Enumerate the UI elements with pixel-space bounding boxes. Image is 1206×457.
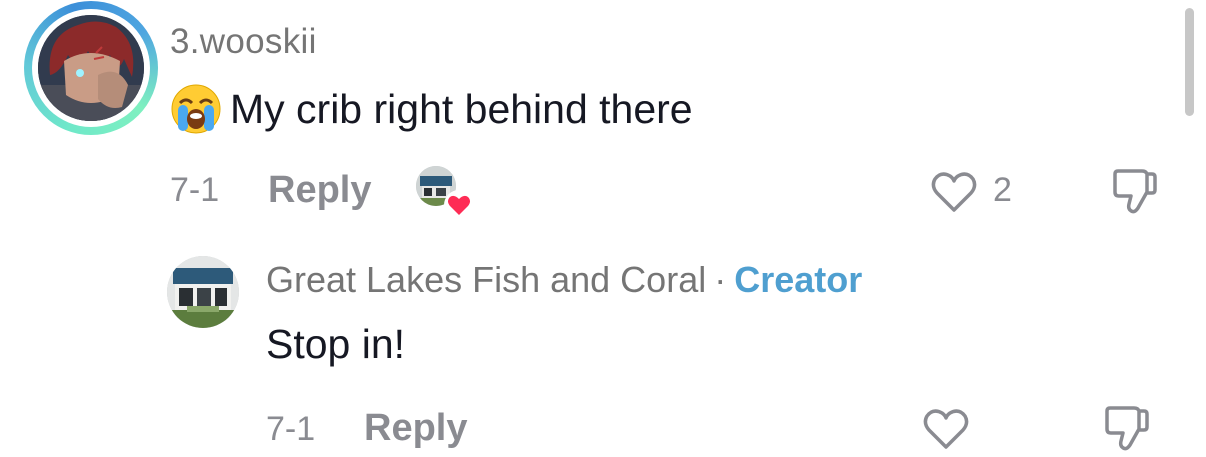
reply-author-line: Great Lakes Fish and Coral · Creator bbox=[266, 259, 862, 301]
reply-button[interactable]: Reply bbox=[268, 169, 371, 212]
storefront-avatar-image bbox=[167, 256, 239, 328]
comment-text: My crib right behind there bbox=[230, 85, 693, 132]
heart-outline-icon[interactable] bbox=[930, 170, 978, 214]
creator-badge: Creator bbox=[734, 259, 863, 300]
comment-username[interactable]: 3.wooskii bbox=[170, 22, 317, 62]
thumbs-down-outline-icon[interactable] bbox=[1112, 168, 1158, 216]
reply-author-name[interactable]: Great Lakes Fish and Coral bbox=[266, 259, 706, 300]
reply-avatar[interactable] bbox=[167, 256, 239, 328]
avatar-ring-gap bbox=[32, 9, 150, 127]
reply-text: Stop in! bbox=[266, 321, 406, 367]
heart-filled-icon bbox=[444, 190, 474, 220]
loudly-crying-face-emoji-icon bbox=[171, 84, 221, 134]
avatar-story-ring[interactable] bbox=[24, 1, 158, 135]
thumbs-down-outline-icon[interactable] bbox=[1104, 405, 1150, 453]
separator-dot: · bbox=[714, 259, 727, 300]
avatar[interactable] bbox=[38, 15, 144, 121]
heart-outline-icon[interactable] bbox=[922, 407, 970, 451]
like-count: 2 bbox=[993, 171, 1012, 209]
reply-reply-button[interactable]: Reply bbox=[364, 407, 467, 450]
reply-date: 7-1 bbox=[266, 410, 316, 448]
comment-date: 7-1 bbox=[170, 171, 220, 209]
comment-body: My crib right behind there bbox=[170, 84, 693, 134]
scrollbar[interactable] bbox=[1185, 8, 1194, 116]
avatar-image bbox=[38, 15, 144, 121]
